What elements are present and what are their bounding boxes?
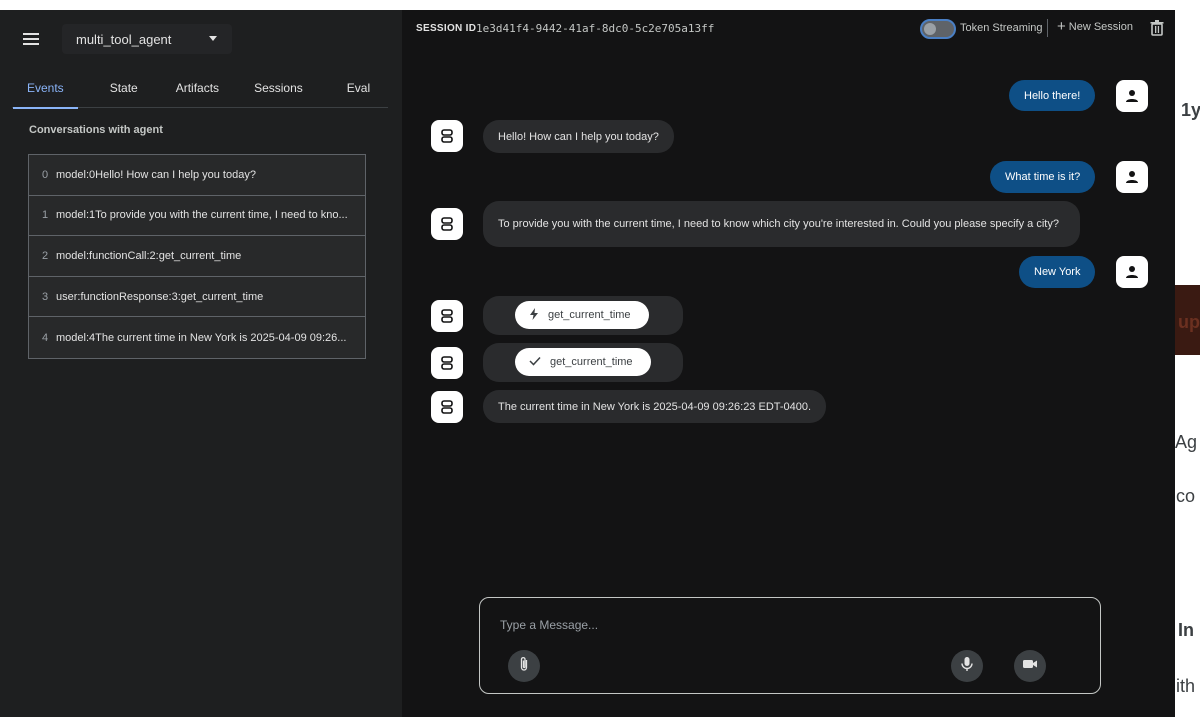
tab-eval[interactable]: Eval [347,76,370,108]
agent-select-dropdown[interactable]: multi_tool_agent [62,24,232,54]
event-row[interactable]: 4 model:4The current time in New York is… [29,317,365,358]
background-text-fragment: co [1176,486,1196,506]
video-camera-icon [1022,657,1038,675]
menu-icon[interactable] [20,28,42,50]
background-text-fragment: Ag [1175,432,1198,452]
event-row[interactable]: 0 model:0Hello! How can I help you today… [29,155,365,196]
bot-avatar-icon [431,208,463,240]
background-text-fragment: ith [1176,676,1196,696]
event-row[interactable]: 1 model:1To provide you with the current… [29,195,365,237]
event-index: 4 [42,331,49,344]
conversations-title: Conversations with agent [29,124,163,136]
events-list: 0 model:0Hello! How can I help you today… [28,154,366,359]
event-text: user:functionResponse:3:get_current_time [56,290,264,303]
tab-state[interactable]: State [110,76,138,108]
plus-icon: + [1057,18,1066,35]
background-text-fragment: up [1178,312,1200,332]
event-index: 3 [42,290,49,303]
background-text-fragment: In [1178,620,1194,640]
event-index: 0 [42,168,49,181]
function-call-name: get_current_time [548,309,631,321]
user-avatar-icon [1116,256,1148,288]
token-streaming-label: Token Streaming [960,22,1043,34]
function-call-chip[interactable]: get_current_time [515,301,649,329]
bot-message: To provide you with the current time, I … [483,201,1080,247]
bot-avatar-icon [431,300,463,332]
toggle-knob [924,23,936,35]
check-icon [529,356,541,369]
user-avatar-icon [1116,161,1148,193]
event-text: model:4The current time in New York is 2… [56,331,347,344]
token-streaming-toggle[interactable] [920,19,956,39]
bot-avatar-icon [431,391,463,423]
agent-dev-ui: multi_tool_agent Events State Artifacts … [0,10,1175,717]
bot-message: Hello! How can I help you today? [483,120,674,153]
function-response-chip[interactable]: get_current_time [515,348,651,376]
microphone-icon [961,656,973,677]
user-message: What time is it? [990,161,1096,193]
paperclip-icon [519,656,529,677]
bolt-icon [529,307,539,323]
bot-avatar-icon [431,120,463,152]
tab-events[interactable]: Events [13,76,78,109]
attach-file-button[interactable] [508,650,540,682]
event-text: model:1To provide you with the current t… [56,209,348,222]
sidebar-tabs: Events State Artifacts Sessions Eval [12,76,388,109]
microphone-button[interactable] [951,650,983,682]
background-text-fragment: 1y [1181,100,1200,120]
event-index: 1 [42,209,49,222]
event-text: model:0Hello! How can I help you today? [56,168,256,181]
function-response-name: get_current_time [550,356,633,368]
session-id-label: SESSION ID [416,23,477,34]
new-session-button[interactable]: + New Session [1057,18,1133,35]
event-row[interactable]: 3 user:functionResponse:3:get_current_ti… [29,276,365,318]
video-button[interactable] [1014,650,1046,682]
event-row[interactable]: 2 model:functionCall:2:get_current_time [29,236,365,277]
sidebar: multi_tool_agent Events State Artifacts … [0,10,402,717]
new-session-label: New Session [1068,21,1133,33]
user-message: New York [1019,256,1096,288]
toolbar-divider [1047,19,1048,37]
chevron-down-icon [209,36,217,41]
tab-sessions[interactable]: Sessions [254,76,303,108]
bot-avatar-icon [431,347,463,379]
user-avatar-icon [1116,80,1148,112]
bot-message: The current time in New York is 2025-04-… [483,390,827,423]
message-input-placeholder: Type a Message... [500,618,599,632]
message-input-box[interactable]: Type a Message... [479,597,1101,694]
tab-artifacts[interactable]: Artifacts [176,76,219,108]
user-message: Hello there! [1009,80,1096,111]
event-text: model:functionCall:2:get_current_time [56,249,242,262]
session-id-value: 1e3d41f4-9442-41af-8dc0-5c2e705a13ff [476,22,715,35]
delete-session-icon[interactable] [1150,20,1164,41]
agent-select-value: multi_tool_agent [76,31,172,47]
event-index: 2 [42,249,49,262]
